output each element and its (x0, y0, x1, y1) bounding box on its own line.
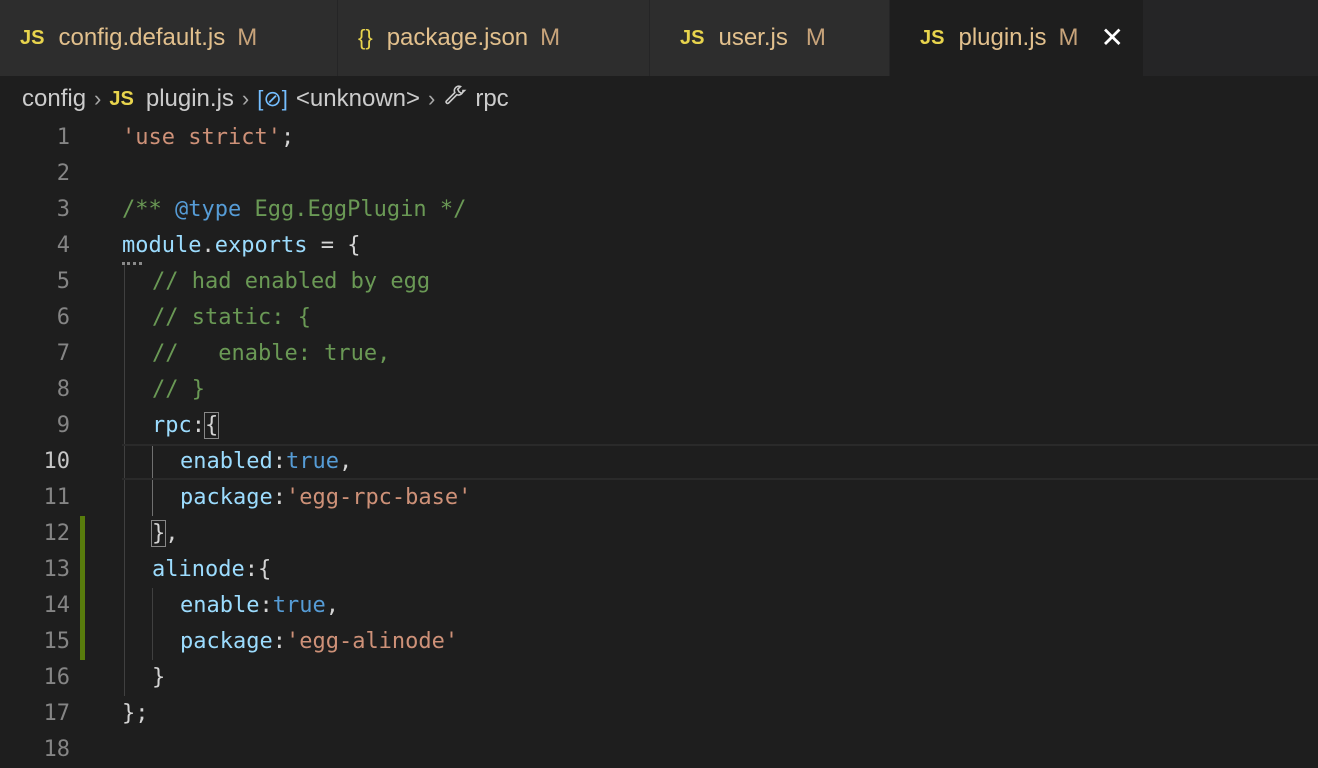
tab-label: user.js (718, 24, 788, 51)
tab-package-json[interactable]: {} package.json M (338, 0, 650, 76)
line-number: 4 (56, 233, 70, 258)
modified-gutter-marker (80, 552, 85, 588)
tab-label: config.default.js (58, 24, 226, 51)
line-number: 3 (56, 197, 70, 222)
line-number: 5 (56, 269, 70, 294)
code-line: 16 } (0, 660, 1318, 696)
line-content: module.exports = { (122, 233, 361, 258)
line-number: 2 (56, 161, 70, 186)
line-number: 16 (43, 665, 71, 690)
breadcrumb: config › JS plugin.js › [⊘] <unknown> › … (22, 82, 509, 116)
tab-bar: JS config.default.js M {} package.json M… (0, 0, 1318, 76)
line-number: 15 (43, 629, 71, 654)
tab-config-default-js[interactable]: JS config.default.js M (0, 0, 338, 76)
code-line: 9 rpc:{ (0, 408, 1318, 444)
line-number: 10 (43, 449, 71, 474)
line-content: 'use strict'; (122, 125, 295, 150)
code-line: 18 (0, 732, 1318, 768)
code-line: 11 package:'egg-rpc-base' (0, 480, 1318, 516)
line-content: } (152, 665, 166, 690)
javascript-file-icon: JS (20, 26, 45, 49)
code-line: 3 /** @type Egg.EggPlugin */ (0, 192, 1318, 228)
line-number: 7 (56, 341, 70, 366)
line-content: package:'egg-alinode' (180, 629, 459, 654)
code-line-current: 10 enabled:true, (0, 444, 1318, 480)
line-content: enable:true, (180, 593, 339, 618)
breadcrumb-member[interactable]: rpc (475, 85, 508, 113)
code-line: 15 package:'egg-alinode' (0, 624, 1318, 660)
line-number: 1 (56, 125, 70, 150)
line-content: }; (122, 701, 149, 726)
modified-gutter-marker (80, 624, 85, 660)
line-number: 14 (43, 593, 71, 618)
line-content: }, (150, 520, 179, 547)
line-number: 6 (56, 305, 70, 330)
code-line: 6 // static: { (0, 300, 1318, 336)
line-content: // static: { (152, 305, 311, 330)
code-line: 17 }; (0, 696, 1318, 732)
diagnostic-hint-squiggle (122, 258, 142, 265)
line-content: /** @type Egg.EggPlugin */ (122, 197, 467, 222)
code-line: 4 module.exports = { (0, 228, 1318, 264)
code-editor[interactable]: 1 'use strict'; 2 3 /** @type Egg.EggPlu… (0, 120, 1318, 762)
close-icon[interactable]: ✕ (1101, 24, 1124, 52)
tab-label: plugin.js (958, 24, 1047, 51)
code-line: 1 'use strict'; (0, 120, 1318, 156)
wrench-icon (443, 84, 467, 114)
line-content: // enable: true, (152, 341, 391, 366)
modified-gutter-marker (80, 516, 85, 552)
breadcrumb-file[interactable]: plugin.js (146, 85, 234, 113)
code-line: 8 // } (0, 372, 1318, 408)
json-file-icon: {} (358, 25, 373, 50)
code-line: 12 }, (0, 516, 1318, 552)
modified-gutter-marker (80, 588, 85, 624)
symbol-variable-icon: [⊘] (257, 86, 288, 111)
modified-indicator: M (540, 24, 561, 51)
breadcrumb-symbol[interactable]: <unknown> (296, 85, 420, 113)
code-line: 5 // had enabled by egg (0, 264, 1318, 300)
line-content: alinode:{ (152, 557, 272, 582)
chevron-right-icon: › (241, 86, 250, 111)
line-content: package:'egg-rpc-base' (180, 485, 472, 510)
code-line: 2 (0, 156, 1318, 192)
line-number: 8 (56, 377, 70, 402)
line-number: 17 (43, 701, 71, 726)
line-content: // had enabled by egg (152, 269, 431, 294)
line-number: 12 (43, 521, 71, 546)
code-line: 13 alinode:{ (0, 552, 1318, 588)
line-content: enabled:true, (180, 449, 353, 474)
javascript-file-icon: JS (109, 87, 134, 110)
line-content: rpc:{ (152, 412, 220, 439)
tab-plugin-js[interactable]: JS plugin.js M ✕ (890, 0, 1144, 76)
code-line: 14 enable:true, (0, 588, 1318, 624)
modified-indicator: M (1058, 24, 1079, 51)
chevron-right-icon: › (94, 86, 102, 111)
breadcrumb-folder[interactable]: config (22, 85, 86, 113)
code-line: 7 // enable: true, (0, 336, 1318, 372)
tab-user-js[interactable]: JS user.js M (650, 0, 890, 76)
tab-label: package.json (386, 24, 529, 51)
modified-indicator: M (237, 24, 258, 51)
modified-indicator: M (805, 24, 826, 51)
line-number: 18 (43, 737, 71, 762)
line-number: 11 (43, 485, 71, 510)
javascript-file-icon: JS (680, 26, 705, 49)
line-content: // } (152, 377, 205, 402)
line-number: 13 (43, 557, 71, 582)
javascript-file-icon: JS (920, 26, 945, 49)
line-number: 9 (56, 413, 70, 438)
chevron-right-icon: › (428, 86, 436, 111)
